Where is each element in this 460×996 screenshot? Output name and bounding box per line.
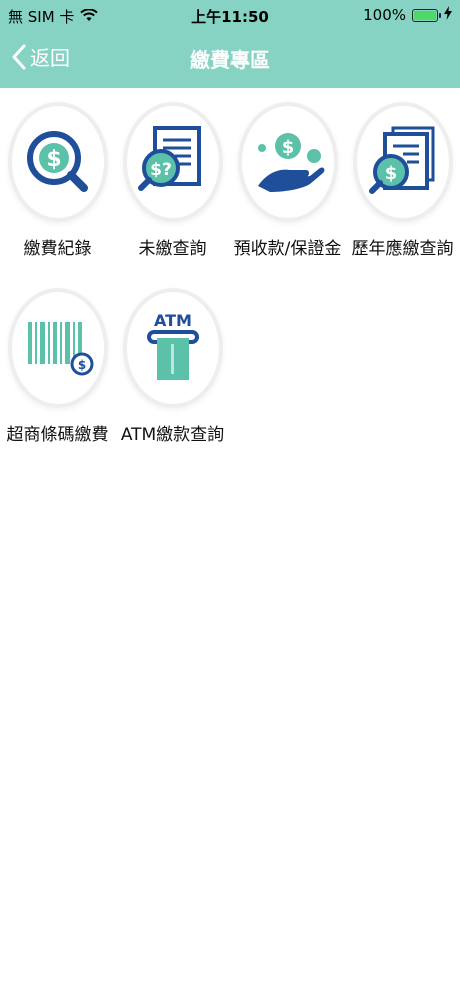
tile-annual-dues-query[interactable]: $ 歷年應繳查詢 (345, 98, 460, 278)
tile-label: 預收款/保證金 (233, 239, 342, 259)
tile-label: 繳費紀錄 (23, 239, 92, 259)
tile-prepayment-deposit[interactable]: $ 預收款/保證金 (230, 98, 345, 278)
tile-icon-circle: $ (238, 102, 338, 222)
status-bar: 無 SIM 卡 上午11:50 100% (0, 0, 460, 30)
tile-payment-records[interactable]: $ 繳費紀錄 (0, 98, 115, 278)
charging-icon (444, 6, 452, 24)
svg-text:$: $ (46, 147, 61, 172)
tile-label: ATM繳款查詢 (120, 425, 225, 445)
tile-icon-circle: $ (8, 102, 108, 222)
tile-icon-circle: $ (353, 102, 453, 222)
tile-icon-circle: $ (8, 288, 108, 408)
svg-text:$?: $? (150, 160, 172, 180)
hand-coins-icon: $ (258, 133, 325, 192)
dollar-magnifier-icon: $ (27, 131, 88, 192)
atm-icon: ATM (147, 311, 199, 380)
header: 無 SIM 卡 上午11:50 100% 返回 繳費專區 (0, 0, 460, 88)
svg-text:$: $ (282, 137, 295, 158)
nav-bar: 返回 繳費專區 (0, 30, 460, 88)
svg-text:ATM: ATM (154, 311, 192, 330)
battery-percent: 100% (363, 6, 406, 24)
battery-icon (412, 8, 441, 22)
tile-icon-circle: ATM (123, 288, 223, 408)
tile-label: 歷年應繳查詢 (351, 239, 454, 259)
page-title: 繳費專區 (190, 48, 270, 72)
svg-text:$: $ (78, 358, 86, 372)
svg-text:$: $ (385, 163, 398, 184)
tile-convenience-store-barcode[interactable]: $ 超商條碼繳費 (0, 284, 115, 464)
tile-unpaid-query[interactable]: $? 未繳查詢 (115, 98, 230, 278)
tile-icon-circle: $? (123, 102, 223, 222)
barcode-icon: $ (28, 322, 94, 376)
tile-label: 未繳查詢 (138, 239, 207, 259)
tile-atm-payment-query[interactable]: ATM ATM繳款查詢 (115, 284, 230, 464)
bill-history-search-icon: $ (369, 126, 435, 194)
unpaid-bill-search-icon: $? (138, 126, 201, 191)
tile-label: 超商條碼繳費 (6, 425, 109, 445)
